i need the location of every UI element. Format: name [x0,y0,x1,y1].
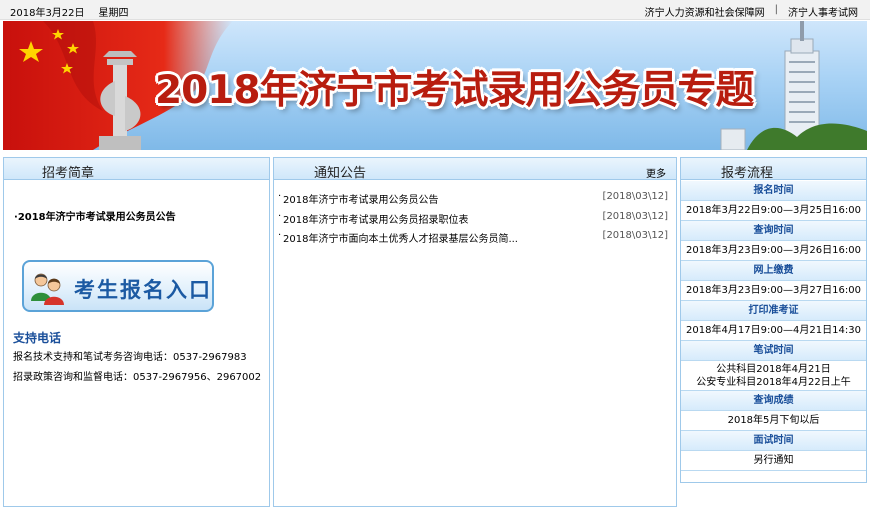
candidate-register-button[interactable]: 考生报名入口 [22,260,214,312]
policy-support-phone: 招录政策咨询和监督电话：0537-2967956、2967002 [13,372,262,383]
bullet: · [278,210,282,222]
weekday-text: 星期四 [98,8,129,19]
tv-tower-image [720,21,867,150]
step-value-payment: 2018年3月23日9:00—3月27日16:00 [681,281,866,301]
notice-heading: 通知公告 [314,166,367,181]
list-item[interactable]: · 2018年济宁市面向本土优秀人才招录基层公务员简... [2018\03\1… [274,228,676,248]
banner-title: 2018年济宁市考试录用公务员专题 [155,68,755,113]
announcement-link[interactable]: ·2018年济宁市考试录用公务员公告 [14,208,176,223]
list-item[interactable]: · 2018年济宁市考试录用公务员公告 [2018\03\12] [274,189,676,209]
notice-date: [2018\03\12] [602,191,668,202]
bullet: · [278,230,282,241]
notice-date: [2018\03\12] [602,230,668,241]
process-header: 报考流程 [681,158,866,181]
application-process-panel: 报考流程 报名时间 2018年3月22日9:00—3月25日16:00 查询时间… [680,157,867,483]
date-text: 2018年3月22日 [10,8,85,19]
process-steps: 报名时间 2018年3月22日9:00—3月25日16:00 查询时间 2018… [681,181,866,471]
written-exam-public: 公共科目2018年4月21日 [716,364,831,375]
notice-list: · 2018年济宁市考试录用公务员公告 [2018\03\12] · 2018年… [274,189,676,248]
bullet: · [278,191,282,202]
step-value-interview: 另行通知 [681,451,866,471]
step-title-payment: 网上缴费 [681,261,866,281]
recruitment-guide-panel: 招考简章 ·2018年济宁市考试录用公务员公告 考生报名入口 支持电话 报名技术… [3,157,270,507]
notice-title[interactable]: 2018年济宁市考试录用公务员招录职位表 [283,211,468,226]
support-phone-title: 支持电话 [13,331,62,345]
step-title-score-query: 查询成绩 [681,391,866,411]
step-title-query: 查询时间 [681,221,866,241]
top-links: 济宁人力资源和社会保障网 | 济宁人事考试网 [645,4,858,19]
current-date: 2018年3月22日 星期四 [10,4,129,19]
step-value-score-query: 2018年5月下旬以后 [681,411,866,431]
step-title-admission-ticket: 打印准考证 [681,301,866,321]
recruitment-guide-heading: 招考简章 [42,166,95,181]
step-title-interview: 面试时间 [681,431,866,451]
link-separator: | [774,4,778,15]
exam-site-link[interactable]: 济宁人事考试网 [788,4,858,19]
top-bar: 2018年3月22日 星期四 济宁人力资源和社会保障网 | 济宁人事考试网 [0,0,870,20]
announcement-text: 2018年济宁市考试录用公务员公告 [17,212,176,223]
banner: 2018年济宁市考试录用公务员专题 [3,21,867,150]
notice-title[interactable]: 2018年济宁市考试录用公务员公告 [283,191,438,206]
notice-date: [2018\03\12] [602,210,668,222]
list-item[interactable]: · 2018年济宁市考试录用公务员招录职位表 [2018\03\12] [274,209,676,229]
step-title-registration: 报名时间 [681,181,866,201]
step-value-query: 2018年3月23日9:00—3月26日16:00 [681,241,866,261]
notice-header: 通知公告 更多 [274,158,676,181]
step-value-registration: 2018年3月22日9:00—3月25日16:00 [681,201,866,221]
people-icon [31,273,64,305]
recruitment-guide-header: 招考简章 [4,158,269,181]
notice-title[interactable]: 2018年济宁市面向本土优秀人才招录基层公务员简... [283,230,518,245]
step-value-admission-ticket: 2018年4月17日9:00—4月21日14:30 [681,321,866,341]
more-link[interactable]: 更多 [646,165,666,180]
tech-support-phone: 报名技术支持和笔试考务咨询电话：0537-2967983 [13,352,247,363]
process-heading: 报考流程 [721,166,774,181]
step-value-written-exam: 公共科目2018年4月21日 公安专业科目2018年4月22日上午 [681,361,866,391]
register-button-label: 考生报名入口 [74,278,212,302]
written-exam-police: 公安专业科目2018年4月22日上午 [696,377,851,388]
step-title-written-exam: 笔试时间 [681,341,866,361]
hrss-link[interactable]: 济宁人力资源和社会保障网 [645,4,765,19]
notice-panel: 通知公告 更多 · 2018年济宁市考试录用公务员公告 [2018\03\12]… [273,157,677,507]
